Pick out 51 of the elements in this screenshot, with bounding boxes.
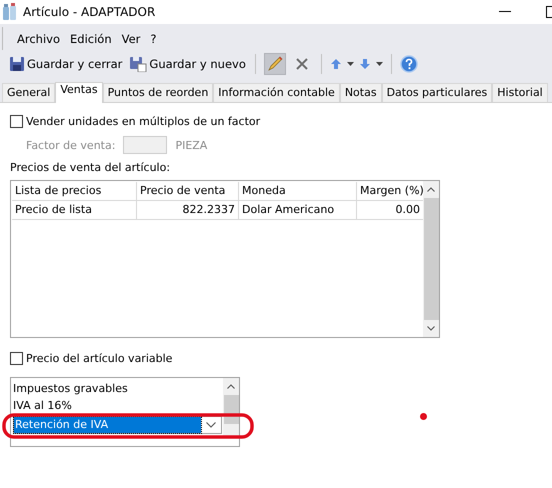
tab[interactable]: Datos particulares [382, 83, 492, 102]
scrollbar[interactable] [423, 181, 439, 337]
checkbox-label: Precio del artículo variable [26, 352, 172, 364]
menu-item[interactable]: Archivo [17, 32, 60, 46]
table-cell: 822.2337 [137, 201, 239, 219]
unit-label: PIEZA [175, 138, 208, 152]
tab[interactable]: Ventas [55, 82, 103, 103]
dropdown-caret-icon[interactable] [346, 62, 354, 66]
column-header[interactable]: Margen (%) [357, 182, 423, 200]
marker-dot [420, 413, 427, 420]
dropdown[interactable]: Retención de IVA [13, 416, 222, 434]
table-cell-text: 0.00 [394, 202, 421, 218]
checkbox[interactable] [10, 114, 23, 128]
column-header[interactable]: Precio de venta [137, 182, 239, 200]
scrollbar[interactable] [223, 378, 239, 438]
table-cell: Precio de lista [12, 201, 137, 219]
tab[interactable]: Puntos de reorden [102, 83, 214, 102]
chevron-down-icon [206, 422, 216, 428]
field-label: Factor de venta: [26, 138, 116, 152]
tab[interactable]: Información contable [213, 83, 340, 102]
scroll-up-icon[interactable] [427, 187, 435, 192]
edit-button[interactable] [264, 53, 286, 75]
scroll-up-icon[interactable] [227, 384, 235, 389]
list-item[interactable]: IVA al 16% [13, 397, 223, 414]
scroll-down-icon[interactable] [427, 326, 435, 331]
tab[interactable]: Historial [492, 83, 548, 102]
bottles-icon [2, 3, 18, 21]
section-label: Precios de venta del artículo: [10, 161, 172, 176]
floppy-disk-page-icon [129, 56, 148, 72]
window-title: Artículo - ADAPTADOR [23, 5, 156, 19]
list-header: Impuestos gravables [13, 381, 129, 397]
table-cell: Dolar Americano [239, 201, 357, 219]
checkbox[interactable] [10, 352, 23, 364]
help-icon[interactable] [400, 55, 418, 73]
minimize-icon[interactable] [499, 11, 511, 13]
up-arrow-icon[interactable] [330, 58, 342, 70]
menu-item[interactable]: Edición [70, 32, 112, 46]
column-header[interactable]: Lista de precios [12, 182, 137, 200]
dropdown-caret-icon[interactable] [376, 62, 383, 66]
close-icon[interactable] [294, 57, 309, 71]
tab[interactable]: Notas [340, 83, 382, 102]
pencil-icon [266, 56, 283, 72]
down-arrow-icon[interactable] [358, 58, 371, 70]
column-header[interactable]: Moneda [239, 182, 357, 200]
tab[interactable]: General [2, 83, 56, 102]
menu-item[interactable]: Ver [122, 32, 140, 46]
save-new-button[interactable]: Guardar y nuevo [128, 55, 247, 73]
dropdown-value: Retención de IVA [14, 417, 201, 433]
save-close-button[interactable]: Guardar y cerrar [8, 55, 124, 73]
checkbox-label: Vender unidades en múltiplos de un factor [26, 114, 260, 128]
menu-item[interactable]: ? [150, 32, 156, 46]
